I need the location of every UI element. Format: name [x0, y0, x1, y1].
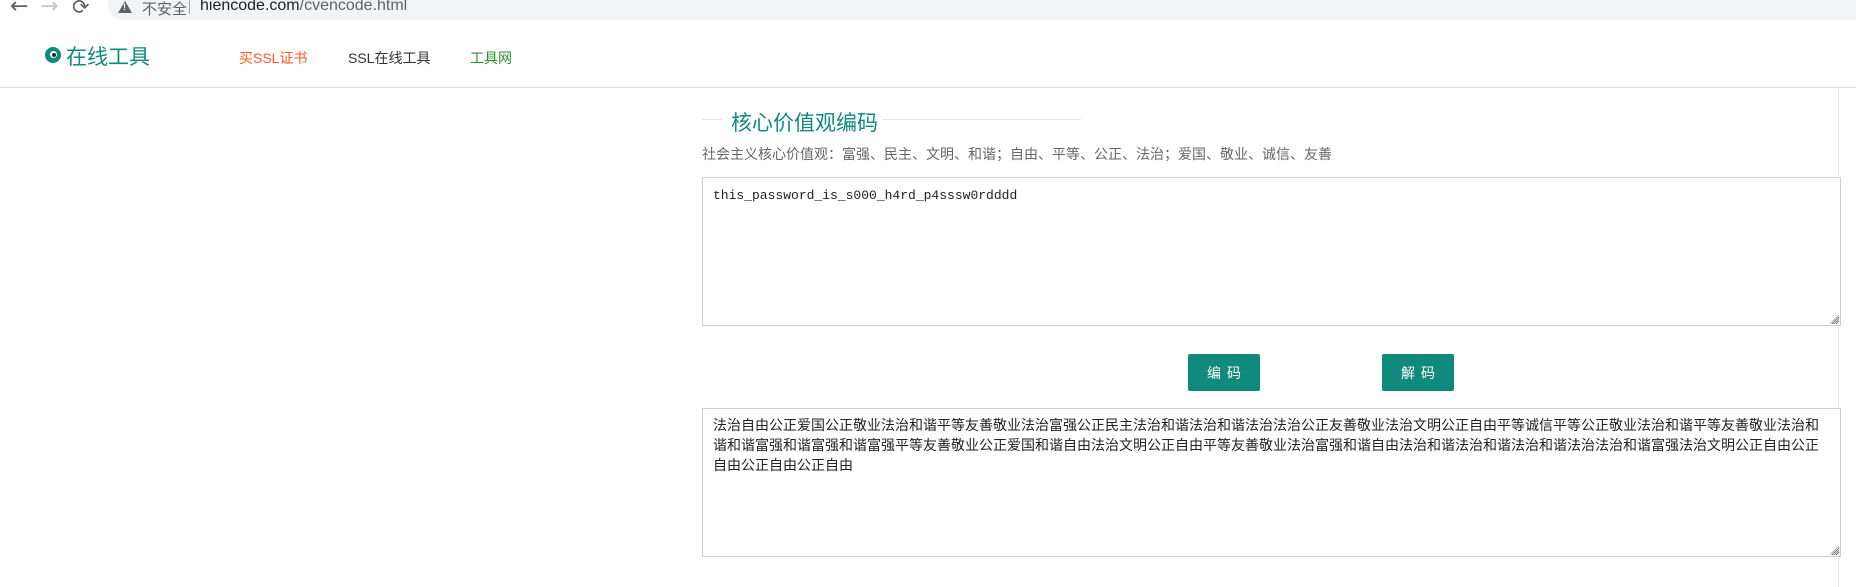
reload-icon[interactable]: ⟳: [72, 0, 90, 18]
page-subtitle: 社会主义核心价值观：富强、民主、文明、和谐；自由、平等、公正、法治；爱国、敬业、…: [702, 146, 1332, 162]
output-resize-grip-icon[interactable]: [1830, 546, 1839, 555]
site-logo-text[interactable]: 在线工具: [66, 41, 150, 71]
title-rule-left: [702, 119, 722, 120]
url-host: hiencode.com: [200, 0, 300, 14]
encode-button[interactable]: 编码: [1188, 354, 1260, 391]
logo-eye-icon[interactable]: [45, 47, 61, 63]
address-divider: [189, 0, 190, 14]
url-path: /cvencode.html: [299, 0, 408, 14]
title-rule-right: [883, 119, 1081, 120]
input-textarea[interactable]: this_password_is_s000_h4rd_p4sssw0rdddd: [702, 177, 1841, 326]
back-arrow-icon[interactable]: ←: [10, 0, 28, 18]
warning-icon[interactable]: [118, 1, 132, 13]
browser-toolbar: ← → ⟳ 不安全 hiencode.com/cvencode.html: [0, 0, 1856, 22]
nav-link-ssl-tools[interactable]: SSL在线工具: [348, 48, 430, 68]
page-title: 核心价值观编码: [731, 112, 878, 135]
output-textarea[interactable]: 法治自由公正爱国公正敬业法治和谐平等友善敬业法治富强公正民主法治和谐法治和谐法治…: [702, 408, 1841, 557]
security-status[interactable]: 不安全: [142, 0, 187, 19]
nav-link-buy-ssl[interactable]: 买SSL证书: [239, 48, 307, 68]
input-resize-grip-icon[interactable]: [1830, 315, 1839, 324]
site-header: 在线工具 买SSL证书 SSL在线工具 工具网: [0, 22, 1856, 88]
decode-button[interactable]: 解码: [1382, 354, 1454, 391]
nav-link-tools-site[interactable]: 工具网: [470, 48, 512, 68]
forward-arrow-icon[interactable]: →: [40, 0, 58, 18]
url-text[interactable]: hiencode.com/cvencode.html: [200, 0, 407, 15]
